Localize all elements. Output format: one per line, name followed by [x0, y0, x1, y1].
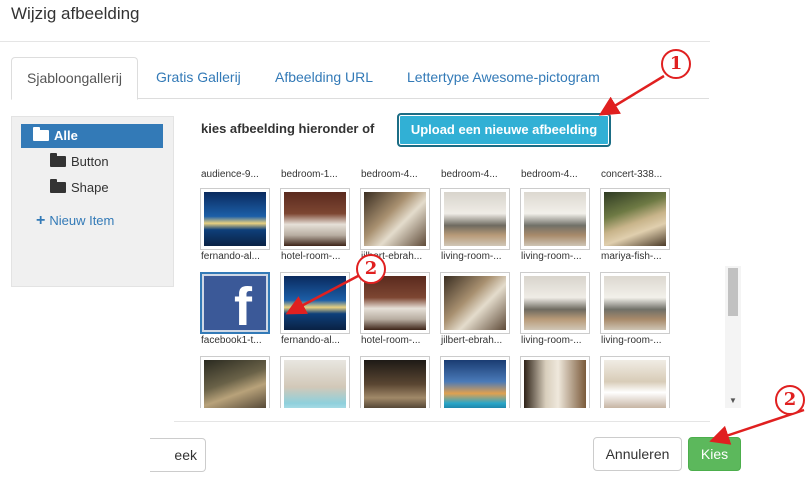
image-caption: hotel-room-...: [281, 251, 341, 262]
gallery-thumbnail[interactable]: [600, 188, 670, 250]
tab-font-awesome-icon[interactable]: Lettertype Awesome-pictogram: [403, 57, 604, 99]
annotation-badge-2: 2: [775, 385, 805, 415]
gallery-thumbnail[interactable]: [200, 356, 270, 408]
gallery-thumbnail[interactable]: [360, 188, 430, 250]
living-room-image: [524, 276, 586, 330]
scrollbar-thumb[interactable]: [728, 268, 738, 316]
tab-template-gallery[interactable]: Sjabloongallerij: [11, 57, 138, 100]
change-image-dialog: Wijzig afbeelding Sjabloongallerij Grati…: [0, 0, 808, 478]
choose-image-prompt: kies afbeelding hieronder of: [201, 121, 375, 136]
gallery-thumbnail[interactable]: [280, 356, 350, 408]
image-gallery: audience-9... bedroom-1... bedroom-4... …: [196, 160, 726, 408]
living-room-image: [524, 192, 586, 246]
image-filename: bedroom-1...: [281, 169, 338, 180]
pool-night-image: [284, 276, 346, 330]
gallery-thumbnail[interactable]: [360, 356, 430, 408]
hallway-image: [524, 360, 586, 408]
folder-icon: [50, 153, 66, 167]
image-caption: living-room-...: [601, 335, 662, 346]
gallery-thumbnail[interactable]: [280, 188, 350, 250]
image-caption: fernando-al...: [201, 251, 260, 262]
gallery-thumbnail[interactable]: [440, 188, 510, 250]
scroll-down-arrow-icon[interactable]: ▼: [729, 396, 737, 405]
bedroom-image: [364, 192, 426, 246]
tree-item-alle[interactable]: Alle: [21, 124, 163, 148]
terrace-image: [604, 192, 666, 246]
living-room-image: [444, 192, 506, 246]
image-caption: living-room-...: [521, 335, 582, 346]
new-item-label: Nieuw Item: [49, 213, 115, 228]
restaurant-image: [364, 360, 426, 408]
tab-bar: Sjabloongallerij Gratis Gallerij Afbeeld…: [11, 57, 709, 100]
facebook-icon: f: [204, 276, 266, 334]
tree-item-button[interactable]: Button: [50, 150, 109, 174]
pool-night-image: [204, 192, 266, 246]
tree-item-shape[interactable]: Shape: [50, 176, 109, 200]
footer-divider: [174, 421, 710, 422]
choose-button[interactable]: Kies: [688, 437, 741, 471]
cancel-button[interactable]: Annuleren: [593, 437, 682, 471]
image-caption: living-room-...: [521, 251, 582, 262]
new-item-link[interactable]: + Nieuw Item: [36, 209, 114, 233]
gallery-scrollbar[interactable]: ▼: [725, 266, 741, 408]
gallery-thumbnail[interactable]: [600, 272, 670, 334]
image-filename: bedroom-4...: [441, 169, 498, 180]
image-caption: hotel-room-...: [361, 335, 421, 346]
annotation-badge-2: 2: [356, 254, 386, 284]
pool-day-image: [284, 360, 346, 408]
tree-item-label: Button: [71, 154, 109, 169]
bedroom-image: [444, 276, 506, 330]
folder-icon: [50, 179, 66, 193]
hotel-room-image: [364, 276, 426, 330]
image-caption: living-room-...: [441, 251, 502, 262]
image-filename: bedroom-4...: [521, 169, 578, 180]
resort-pool-image: [444, 360, 506, 408]
image-caption: mariya-fish-...: [601, 251, 662, 262]
annotation-badge-1: 1: [661, 49, 691, 79]
gallery-thumbnail[interactable]: [520, 356, 590, 408]
living-room-image: [604, 276, 666, 330]
suite-image: [604, 360, 666, 408]
folder-open-icon: [33, 127, 49, 141]
plus-icon: +: [36, 212, 46, 229]
back-button[interactable]: eek: [150, 438, 206, 472]
tree-item-label: Alle: [54, 128, 78, 143]
image-filename: bedroom-4...: [361, 169, 418, 180]
dialog-title: Wijzig afbeelding: [11, 4, 140, 23]
image-filename: concert-338...: [601, 169, 663, 180]
folder-tree: Alle Button Shape + Nieuw Item: [11, 116, 174, 287]
gallery-thumbnail[interactable]: [280, 272, 350, 334]
gallery-thumbnail[interactable]: [520, 272, 590, 334]
title-divider: [0, 41, 710, 42]
gallery-thumbnail-selected[interactable]: f: [200, 272, 270, 334]
tab-image-url[interactable]: Afbeelding URL: [271, 57, 377, 99]
facebook-glyph: f: [234, 277, 252, 337]
lounge-image: [204, 360, 266, 408]
gallery-thumbnail[interactable]: [440, 356, 510, 408]
gallery-thumbnail[interactable]: [200, 188, 270, 250]
tab-free-gallery[interactable]: Gratis Gallerij: [152, 57, 245, 99]
gallery-thumbnail[interactable]: [600, 356, 670, 408]
upload-image-button[interactable]: Upload een nieuwe afbeelding: [397, 113, 611, 147]
image-filename: audience-9...: [201, 169, 259, 180]
image-caption: fernando-al...: [281, 335, 340, 346]
tree-item-label: Shape: [71, 180, 109, 195]
hotel-room-image: [284, 192, 346, 246]
gallery-thumbnail[interactable]: [520, 188, 590, 250]
image-caption: jilbert-ebrah...: [441, 335, 503, 346]
gallery-thumbnail[interactable]: [440, 272, 510, 334]
